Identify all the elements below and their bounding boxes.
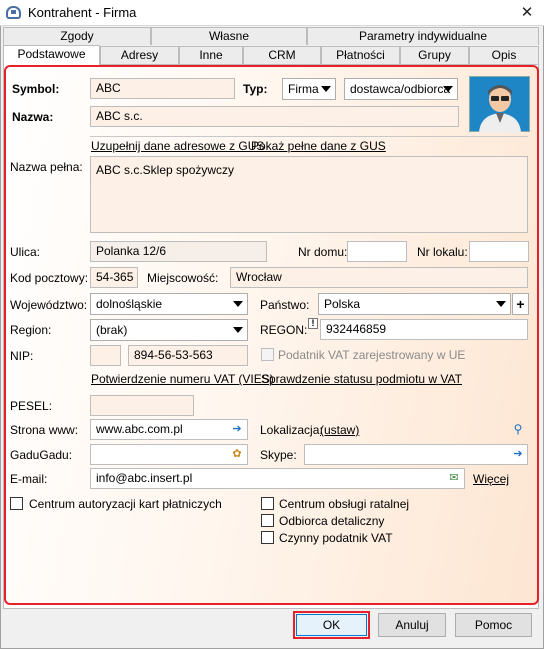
centrum-ratalnej-checkbox[interactable] (261, 497, 274, 510)
contact-avatar[interactable] (469, 76, 530, 133)
vies-link[interactable]: Potwierdzenie numeru VAT (VIES) (91, 372, 274, 386)
chevron-down-icon (233, 327, 243, 333)
kod-label: Kod pocztowy: (10, 271, 89, 285)
gus-show-link[interactable]: Pokaż pełne dane z GUS (251, 139, 386, 153)
nazwa-pelna-label: Nazwa pełna: (10, 160, 83, 174)
kod-input[interactable]: 54-365 (90, 267, 138, 288)
nazwa-input[interactable]: ABC s.c. (90, 106, 459, 127)
tab-podstawowe[interactable]: Podstawowe (3, 45, 100, 65)
centrum-kart-checkbox[interactable] (10, 497, 23, 510)
tab-platnosci[interactable]: Płatności (321, 46, 400, 64)
nr-lokalu-label: Nr lokalu: (417, 245, 468, 259)
nazwa-pelna-textarea[interactable]: ABC s.c.Sklep spożywczy (90, 156, 528, 233)
miejscowosc-input[interactable]: Wrocław (230, 267, 528, 288)
chevron-down-icon (443, 86, 453, 92)
vat-status-link[interactable]: Sprawdzenie statusu podmiotu w VAT (261, 372, 462, 386)
warning-icon: ! (308, 318, 318, 329)
wojewodztwo-label: Województwo: (10, 298, 88, 312)
czynny-vat-label: Czynny podatnik VAT (279, 531, 393, 545)
nr-lokalu-input[interactable] (469, 241, 529, 262)
app-icon (6, 6, 21, 19)
typ-label: Typ: (243, 82, 268, 96)
regon-input[interactable]: 932446859 (320, 319, 528, 340)
close-icon[interactable]: ✕ (514, 2, 540, 24)
panstwo-select[interactable]: Polska (318, 293, 511, 315)
ulica-input[interactable]: Polanka 12/6 (90, 241, 267, 262)
nr-domu-label: Nr domu: (298, 245, 348, 259)
www-input[interactable]: www.abc.com.pl (90, 419, 248, 440)
email-label: E-mail: (10, 472, 48, 486)
centrum-kart-label: Centrum autoryzacji kart płatniczych (29, 497, 222, 511)
person-icon (479, 85, 521, 133)
nip-prefix-input[interactable] (90, 345, 121, 366)
wojewodztwo-value: dolnośląskie (96, 297, 163, 311)
tab-inne[interactable]: Inne (179, 46, 243, 64)
email-input[interactable]: info@abc.insert.pl (90, 468, 465, 489)
www-label: Strona www: (10, 423, 79, 437)
tab-zgody[interactable]: Zgody (3, 27, 151, 45)
region-label: Region: (10, 323, 52, 337)
tab-parametry-indywidualne[interactable]: Parametry indywidualne (307, 27, 539, 45)
chevron-down-icon (496, 301, 506, 307)
ulica-label: Ulica: (10, 245, 41, 259)
czynny-vat-checkbox[interactable] (261, 531, 274, 544)
vat-ue-checkbox[interactable] (261, 348, 274, 361)
pesel-input[interactable] (90, 395, 194, 416)
send-email-icon[interactable]: ✉ (447, 472, 461, 484)
vat-ue-label: Podatnik VAT zarejestrowany w UE (278, 348, 466, 362)
tab-grupy[interactable]: Grupy (400, 46, 469, 64)
nip-label: NIP: (10, 349, 34, 363)
miejscowosc-label: Miejscowość: (147, 271, 219, 285)
lokalizacja-set-link[interactable]: (ustaw) (320, 423, 359, 437)
more-emails-link[interactable]: Więcej (473, 472, 509, 486)
gus-fill-link[interactable]: Uzupełnij dane adresowe z GUS (91, 139, 264, 153)
window-title: Kontrahent - Firma (28, 5, 137, 20)
odbiorca-detaliczny-label: Odbiorca detaliczny (279, 514, 385, 528)
lokalizacja-label: Lokalizacja: (260, 423, 323, 437)
pesel-label: PESEL: (10, 399, 53, 413)
tab-wlasne[interactable]: Własne (151, 27, 307, 45)
add-country-button[interactable]: + (512, 293, 529, 315)
region-select[interactable]: (brak) (90, 319, 248, 341)
panstwo-label: Państwo: (260, 298, 310, 312)
region-value: (brak) (96, 323, 128, 337)
typ-select[interactable]: Firma (282, 78, 336, 100)
nazwa-label: Nazwa: (12, 110, 54, 124)
nr-domu-input[interactable] (347, 241, 407, 262)
centrum-ratalnej-label: Centrum obsługi ratalnej (279, 497, 410, 511)
tab-opis[interactable]: Opis (469, 46, 539, 64)
tab-adresy[interactable]: Adresy (100, 46, 179, 64)
panstwo-value: Polska (324, 297, 361, 311)
odbiorca-detaliczny-checkbox[interactable] (261, 514, 274, 527)
separator (90, 136, 528, 137)
gadugadu-icon[interactable]: ✿ (230, 448, 244, 460)
regon-label: REGON: (260, 323, 308, 337)
skype-input[interactable] (304, 444, 528, 465)
map-pin-icon[interactable]: ⚲ (511, 423, 525, 435)
symbol-input[interactable]: ABC (90, 78, 235, 99)
gadugadu-input[interactable] (90, 444, 248, 465)
symbol-label: Symbol: (12, 82, 60, 96)
skype-label: Skype: (260, 448, 297, 462)
chevron-down-icon (321, 86, 331, 92)
chevron-down-icon (233, 301, 243, 307)
typ2-select[interactable]: dostawca/odbiorca (344, 78, 458, 100)
title-bar: Kontrahent - Firma ✕ (0, 0, 544, 26)
help-button[interactable]: Pomoc (455, 613, 532, 637)
cancel-button[interactable]: Anuluj (378, 613, 446, 637)
typ-select-value: Firma (288, 82, 319, 96)
typ2-select-value: dostawca/odbiorca (350, 82, 451, 96)
gadugadu-label: GaduGadu: (10, 448, 73, 462)
nip-input[interactable]: 894-56-53-563 (128, 345, 248, 366)
tab-crm[interactable]: CRM (243, 46, 321, 64)
wojewodztwo-select[interactable]: dolnośląskie (90, 293, 248, 315)
open-link-icon[interactable]: ➔ (230, 423, 244, 435)
ok-button[interactable]: OK (296, 614, 367, 636)
skype-call-icon[interactable]: ➔ (511, 448, 525, 460)
